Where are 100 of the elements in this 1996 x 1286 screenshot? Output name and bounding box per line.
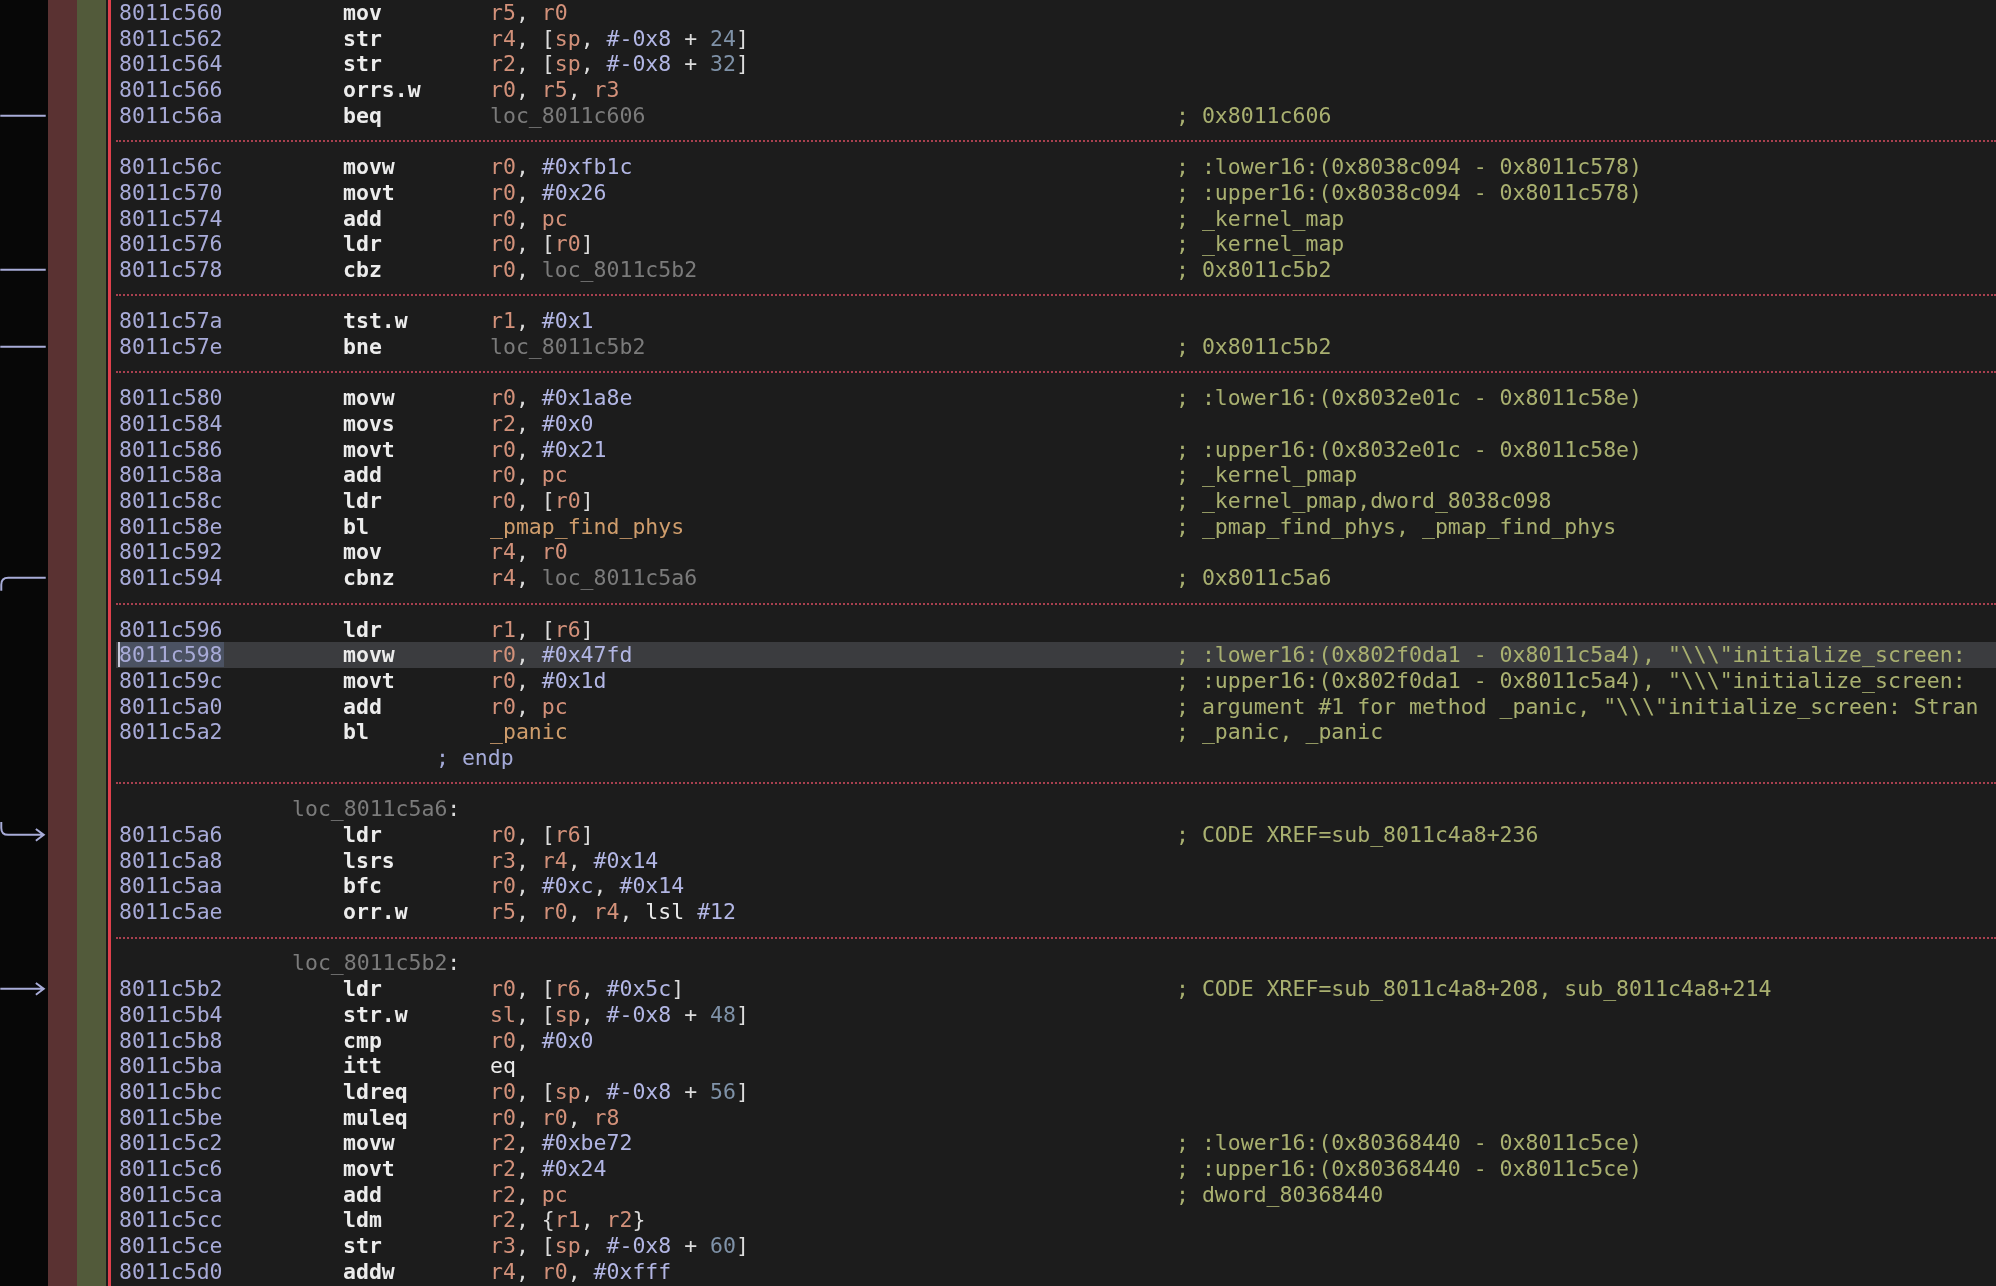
address-text: 8011c570	[118, 179, 224, 205]
operand-text: r0, [r6, #0x5c]	[490, 976, 686, 1002]
mnemonic-text: lsrs	[343, 847, 396, 874]
comment-text: ; dword_80368440	[1176, 1181, 1384, 1208]
address-text: 8011c5ca	[118, 1181, 224, 1207]
operand-text: eq	[490, 1053, 517, 1079]
address-text: 8011c58c	[118, 488, 224, 514]
comment-text: ; :upper16:(0x8032e01c - 0x8011c58e)	[1176, 436, 1642, 463]
mnemonic-text: beq	[343, 102, 383, 129]
operand-text: r2, #0x24	[490, 1155, 608, 1182]
comment-text: ; 0x8011c5b2	[1176, 256, 1332, 283]
mnemonic-text: movs	[343, 411, 396, 437]
comment-text: ; CODE XREF=sub_8011c4a8+236	[1176, 822, 1539, 848]
address-text: 8011c5a0	[118, 693, 224, 719]
operand-text: r0, [r0]	[490, 488, 595, 514]
mnemonic-text: movw	[343, 385, 396, 411]
mnemonic-text: movw	[343, 1130, 396, 1156]
address-text: 8011c5a2	[118, 719, 224, 745]
operand-text: r2, #0xbe72	[490, 1130, 634, 1156]
address-text: 8011c5bc	[118, 1078, 224, 1104]
mnemonic-text: add	[343, 462, 383, 489]
operand-text: r0, [r6]	[490, 822, 595, 848]
comment-text: ; CODE XREF=sub_8011c4a8+208, sub_8011c4a8+214	[1176, 976, 1772, 1002]
comment-text: ; _panic, _panic	[1176, 719, 1384, 745]
operand-text: r4, loc_8011c5a6	[490, 565, 699, 591]
operand-text: r3, [sp, #-0x8 + 60]	[490, 1233, 750, 1259]
address-text: 8011c5a6	[118, 822, 224, 847]
mnemonic-text: orrs.w	[343, 77, 422, 103]
mnemonic-text: cbz	[343, 256, 383, 283]
operand-text: r0, #0x47fd	[490, 642, 634, 668]
address-text: 8011c5ce	[118, 1233, 224, 1258]
address-text: 8011c5b8	[118, 1027, 224, 1053]
mnemonic-text: bne	[343, 333, 383, 360]
label-text: loc_8011c5b2:	[291, 950, 461, 977]
address-text: 8011c5aa	[118, 873, 224, 899]
address-text: 8011c57a	[118, 308, 224, 334]
address-text: 8011c564	[118, 51, 224, 77]
address-text: 8011c594	[118, 565, 224, 591]
operand-text: r0, pc	[490, 693, 569, 720]
mnemonic-text: mov	[343, 539, 383, 566]
address-text: 8011c592	[118, 539, 224, 565]
comment-text: ; _pmap_find_phys, _pmap_find_phys	[1176, 513, 1617, 540]
address-text: 8011c586	[118, 436, 224, 462]
address-text: 8011c566	[118, 77, 224, 103]
operand-text: r4, r0	[490, 539, 569, 566]
mnemonic-text: ldreq	[343, 1078, 409, 1105]
operand-text: r0, #0x1a8e	[490, 385, 634, 411]
mnemonic-text: addw	[343, 1258, 396, 1285]
address-text: 8011c560	[118, 0, 224, 25]
mnemonic-text: cmp	[343, 1027, 383, 1054]
mnemonic-text: add	[343, 693, 383, 720]
mnemonic-text: movt	[343, 667, 396, 694]
operand-text: loc_8011c5b2	[490, 333, 647, 360]
operand-text: loc_8011c606	[490, 102, 647, 129]
operand-text: _pmap_find_phys	[490, 513, 686, 540]
operand-text: r2, {r1, r2}	[490, 1207, 647, 1233]
address-text: 8011c574	[118, 205, 224, 231]
operand-text: r4, [sp, #-0x8 + 24]	[490, 25, 750, 52]
operand-text: r2, [sp, #-0x8 + 32]	[490, 51, 750, 78]
comment-text: ; :lower16:(0x8032e01c - 0x8011c58e)	[1176, 385, 1642, 411]
mnemonic-text: tst.w	[343, 308, 409, 334]
operand-text: r0, #0x21	[490, 436, 608, 463]
comment-text: ; :upper16:(0x80368440 - 0x8011c5ce)	[1176, 1155, 1642, 1182]
comment-text: ; _kernel_map	[1176, 231, 1345, 257]
address-text: 8011c5c2	[118, 1130, 224, 1156]
mnemonic-text: ldr	[343, 822, 383, 848]
comment-text: ; argument #1 for method _panic, "\\\"initialize_screen: Stran	[1176, 693, 1979, 720]
address-text: 8011c5a8	[118, 847, 224, 873]
comment-text: ; _kernel_map	[1176, 205, 1345, 232]
mnemonic-text: add	[343, 205, 383, 232]
operand-text: r0, [r0]	[490, 231, 595, 257]
address-text: 8011c58a	[118, 462, 224, 488]
mnemonic-text: ldr	[343, 488, 383, 514]
address-text: 8011c5c6	[118, 1155, 224, 1181]
operand-text: _panic	[490, 719, 569, 745]
comment-text: ; :upper16:(0x8038c094 - 0x8011c578)	[1176, 179, 1642, 206]
operand-text: r5, r0, r4, lsl #12	[490, 899, 737, 925]
mnemonic-text: movt	[343, 1155, 396, 1182]
address-text: 8011c5b2	[118, 976, 224, 1002]
mnemonic-text: add	[343, 1181, 383, 1208]
address-text: 8011c562	[118, 25, 224, 51]
comment-text: ; _kernel_pmap	[1176, 462, 1358, 489]
mnemonic-text: ldm	[343, 1207, 383, 1233]
mnemonic-text: movt	[343, 436, 396, 463]
address-text: 8011c576	[118, 231, 224, 257]
operand-text: r0, [sp, #-0x8 + 56]	[490, 1078, 750, 1105]
address-text: 8011c5be	[118, 1104, 224, 1130]
mnemonic-text: muleq	[343, 1104, 409, 1131]
mnemonic-text: cbnz	[343, 565, 396, 591]
mnemonic-text: ldr	[343, 976, 383, 1002]
comment-text: ; 0x8011c5a6	[1176, 565, 1332, 591]
operand-text: r0, #0xc, #0x14	[490, 873, 686, 900]
mnemonic-text: bfc	[343, 873, 383, 900]
operand-text: r0, r5, r3	[490, 77, 621, 103]
operand-text: r4, r0, #0xfff	[490, 1258, 673, 1285]
operand-text: r0, r0, r8	[490, 1104, 621, 1131]
address-text: 8011c598	[118, 642, 224, 668]
comment-text: ; 0x8011c606	[1176, 102, 1332, 129]
mnemonic-text: movw	[343, 642, 396, 668]
operand-text: r2, pc	[490, 1181, 569, 1208]
